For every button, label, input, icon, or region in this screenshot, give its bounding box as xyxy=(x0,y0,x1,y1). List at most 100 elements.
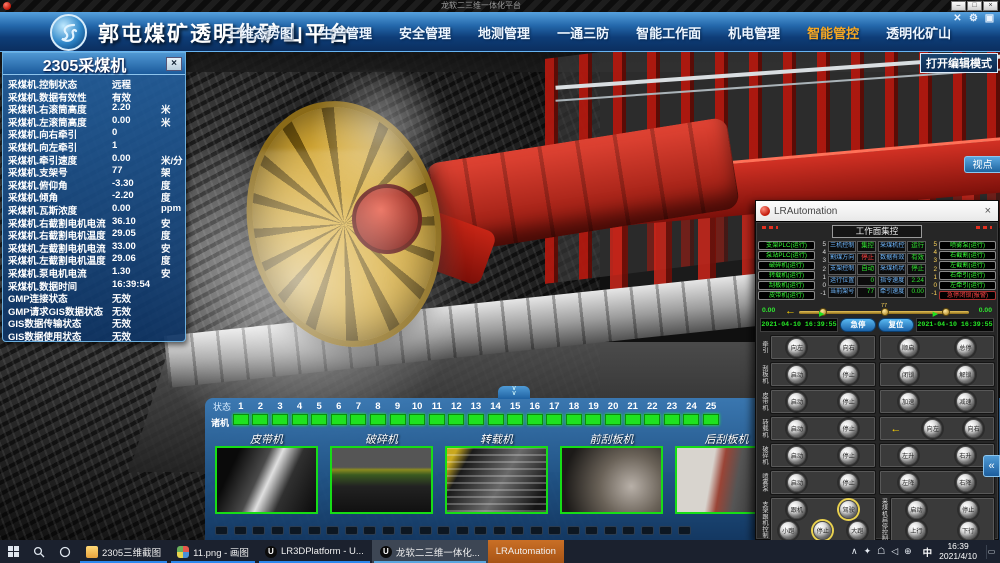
inactive-channel-square[interactable] xyxy=(252,526,265,535)
inactive-channel-square[interactable] xyxy=(289,526,302,535)
nav-item[interactable]: 机电管理 xyxy=(728,23,780,42)
inactive-channel-square[interactable] xyxy=(456,526,469,535)
usb-icon[interactable]: ✦ xyxy=(864,546,872,557)
volume-icon[interactable]: ◁ xyxy=(891,546,898,557)
window-restore-icon[interactable]: ▣ xyxy=(983,13,996,24)
round-button[interactable]: 停止 xyxy=(839,392,858,411)
channel-cell[interactable]: 21 xyxy=(623,401,643,425)
camera-feed[interactable]: 皮带机 xyxy=(215,431,318,514)
nav-item[interactable]: 一通三防 xyxy=(557,23,609,42)
camera-feed[interactable]: 破碎机 xyxy=(330,431,433,514)
channel-cell[interactable]: 2 xyxy=(251,401,271,425)
taskbar-app-folder[interactable]: 2305三维截图 xyxy=(78,540,169,563)
round-button[interactable]: 启动 xyxy=(907,500,926,519)
status-pill-button[interactable]: 转载机(运行) xyxy=(758,271,815,280)
channel-cell[interactable]: 6 xyxy=(329,401,349,425)
inactive-channel-square[interactable] xyxy=(363,526,376,535)
round-button[interactable]: 右升 xyxy=(956,446,975,465)
inactive-channel-square[interactable] xyxy=(678,526,691,535)
channel-cell[interactable]: 23 xyxy=(662,401,682,425)
channel-cell[interactable]: 16 xyxy=(525,401,545,425)
round-button[interactable]: 向左 xyxy=(787,338,806,357)
round-button[interactable]: 总停 xyxy=(956,338,975,357)
channel-cell[interactable]: 15 xyxy=(505,401,525,425)
channel-cell[interactable]: 13 xyxy=(466,401,486,425)
channel-cell[interactable]: 9 xyxy=(388,401,408,425)
start-button[interactable] xyxy=(0,540,26,563)
inactive-channel-square[interactable] xyxy=(511,526,524,535)
lr-close-icon[interactable]: × xyxy=(982,205,994,217)
status-pill-button[interactable]: 支架PLC(运行) xyxy=(758,241,815,250)
round-button[interactable]: 小跑 xyxy=(779,521,798,540)
round-button[interactable]: 右降 xyxy=(956,473,975,492)
nav-item[interactable]: 透明化矿山 xyxy=(886,23,951,42)
round-button[interactable]: 停止 xyxy=(839,446,858,465)
camera-thumbnail[interactable] xyxy=(330,446,433,514)
inactive-channel-square[interactable] xyxy=(659,526,672,535)
defender-icon[interactable]: ☖ xyxy=(877,546,885,557)
status-pill-button[interactable]: 皮带机(运行) xyxy=(758,291,815,300)
inactive-channel-square[interactable] xyxy=(234,526,247,535)
status-pill-button[interactable]: 左截割(运行) xyxy=(939,261,996,270)
camera-feed[interactable]: 前刮板机 xyxy=(560,431,663,514)
inactive-channel-square[interactable] xyxy=(271,526,284,535)
round-button[interactable]: 左降 xyxy=(899,473,918,492)
status-pill-button[interactable]: 右截割(运行) xyxy=(939,251,996,260)
nav-item[interactable]: 三维态势图 xyxy=(228,23,293,42)
round-button[interactable]: 闭锁 xyxy=(899,365,918,384)
channel-cell[interactable]: 19 xyxy=(584,401,604,425)
channel-cell[interactable]: 12 xyxy=(447,401,467,425)
taskbar-app-lr[interactable]: ↺LRAutomation xyxy=(488,540,564,563)
slider-knob[interactable] xyxy=(881,308,889,316)
channel-cell[interactable]: 25 xyxy=(701,401,721,425)
os-window-titlebar[interactable]: 龙软二三维一体化平台 – □ × xyxy=(0,0,1000,12)
taskbar-app-paint[interactable]: 11.png - 画图 xyxy=(169,540,257,563)
channel-cell[interactable]: 8 xyxy=(368,401,388,425)
round-button[interactable]: 顺启 xyxy=(899,338,918,357)
maximize-button[interactable]: □ xyxy=(967,1,982,11)
channel-cell[interactable]: 10 xyxy=(407,401,427,425)
inactive-channel-square[interactable] xyxy=(345,526,358,535)
taskbar-app-unreal[interactable]: ULR3DPlatform - U... xyxy=(257,540,372,563)
workface-control-tab[interactable]: 工作面集控 xyxy=(832,225,922,238)
notification-center-icon[interactable]: ▭ xyxy=(986,545,996,559)
round-button[interactable]: 向左 xyxy=(923,419,942,438)
taskbar-clock[interactable]: 16:39 2021/4/10 xyxy=(939,542,977,561)
round-button[interactable]: 启动 xyxy=(787,419,806,438)
round-button[interactable]: 驾驶 xyxy=(839,500,858,519)
inactive-channel-square[interactable] xyxy=(382,526,395,535)
channel-cell[interactable]: 18 xyxy=(564,401,584,425)
reset-button[interactable]: 复位 xyxy=(878,318,914,332)
inactive-channel-square[interactable] xyxy=(548,526,561,535)
search-button[interactable] xyxy=(26,540,52,563)
panel-collapse-chevron-icon[interactable]: « xyxy=(983,455,1000,477)
nav-item[interactable]: 智能工作面 xyxy=(636,23,701,42)
round-button[interactable]: 加速 xyxy=(899,392,918,411)
strip-collapse-tab[interactable]: ∨ ∨ xyxy=(498,386,530,399)
inactive-channel-square[interactable] xyxy=(308,526,321,535)
panel-close-icon[interactable]: × xyxy=(166,57,182,71)
status-pill-button[interactable]: 泵站PLC(运行) xyxy=(758,251,815,260)
nav-item[interactable]: 生产管理 xyxy=(320,23,372,42)
round-button[interactable]: 停止 xyxy=(839,419,858,438)
round-button[interactable]: 下行 xyxy=(959,521,978,540)
round-button[interactable]: 左升 xyxy=(899,446,918,465)
camera-thumbnail[interactable] xyxy=(445,446,548,514)
emergency-stop-button[interactable]: 急停 xyxy=(840,318,876,332)
tray-expand-icon[interactable]: ∧ xyxy=(851,546,858,557)
minimize-button[interactable]: – xyxy=(951,1,966,11)
channel-cell[interactable]: 1 xyxy=(231,401,251,425)
round-button[interactable]: 停止 xyxy=(839,473,858,492)
round-button[interactable]: 启动 xyxy=(787,392,806,411)
lr-titlebar[interactable]: LRAutomation × xyxy=(756,201,998,221)
settings-gear-icon[interactable]: ⚙ xyxy=(967,13,980,24)
open-edit-mode-button[interactable]: 打开编辑模式 xyxy=(920,53,998,73)
round-button[interactable]: 减速 xyxy=(956,392,975,411)
nav-item[interactable]: 安全管理 xyxy=(399,23,451,42)
channel-cell[interactable]: 20 xyxy=(603,401,623,425)
network-icon[interactable]: ⊕ xyxy=(904,546,912,557)
status-pill-button[interactable]: 刮板机(运行) xyxy=(758,281,815,290)
status-pill-button[interactable]: 急停闭锁(报警) xyxy=(939,291,996,300)
channel-cell[interactable]: 17 xyxy=(545,401,565,425)
round-button[interactable]: 启动 xyxy=(787,473,806,492)
